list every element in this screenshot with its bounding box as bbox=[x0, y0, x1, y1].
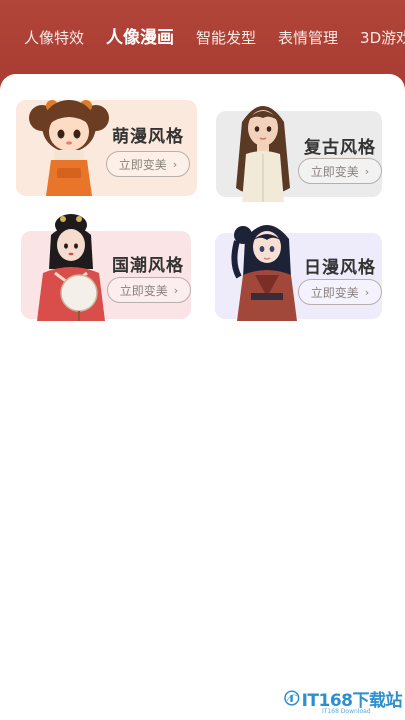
style-card-guochao[interactable]: 国潮风格 立即变美 › bbox=[21, 214, 191, 321]
card-title: 国潮风格 bbox=[112, 256, 184, 276]
card-title: 萌漫风格 bbox=[112, 127, 184, 147]
category-tabs: 人像特效 人像漫画 智能发型 表情管理 3D游戏特效 bbox=[0, 18, 405, 58]
style-card-retro[interactable]: 复古风格 立即变美 › bbox=[216, 106, 382, 202]
chibi-girl-illustration bbox=[29, 100, 109, 196]
style-card-cute[interactable]: 萌漫风格 立即变美 › bbox=[16, 100, 197, 196]
tab-portrait-comic[interactable]: 人像漫画 bbox=[106, 23, 174, 53]
beautify-button-label: 立即变美 bbox=[310, 164, 359, 179]
tab-portrait-effects[interactable]: 人像特效 bbox=[24, 23, 84, 53]
style-card-japanese[interactable]: 日漫风格 立即变美 › bbox=[215, 225, 382, 321]
beautify-button[interactable]: 立即变美 › bbox=[106, 151, 190, 177]
beautify-button-label: 立即变美 bbox=[310, 285, 359, 300]
site-watermark: IT168下载站 IT168 Download bbox=[284, 678, 403, 718]
it168-logo-icon bbox=[284, 690, 300, 706]
watermark-text: IT168下载站 bbox=[301, 690, 403, 711]
chevron-right-icon: › bbox=[364, 285, 370, 299]
content-panel: 萌漫风格 立即变美 › 复古风格 立即变美 › 国潮风格 立即变美 › 日漫风格… bbox=[0, 74, 405, 720]
chevron-right-icon: › bbox=[172, 157, 178, 171]
tab-expression[interactable]: 表情管理 bbox=[278, 23, 338, 53]
card-title: 复古风格 bbox=[304, 138, 376, 158]
watermark-subtext: IT168 Download bbox=[322, 708, 371, 715]
guochao-girl-illustration bbox=[37, 214, 105, 321]
beautify-button[interactable]: 立即变美 › bbox=[298, 158, 382, 184]
card-title: 日漫风格 bbox=[304, 258, 376, 278]
tab-smart-hairstyle[interactable]: 智能发型 bbox=[196, 23, 256, 53]
chevron-right-icon: › bbox=[364, 164, 370, 178]
tab-3d-game-effects[interactable]: 3D游戏特效 bbox=[360, 23, 405, 53]
retro-girl-illustration bbox=[236, 106, 290, 202]
japanese-anime-girl-illustration bbox=[231, 225, 297, 321]
beautify-button-label: 立即变美 bbox=[119, 283, 168, 298]
beautify-button[interactable]: 立即变美 › bbox=[107, 277, 191, 303]
chevron-right-icon: › bbox=[173, 283, 179, 297]
beautify-button[interactable]: 立即变美 › bbox=[298, 279, 382, 305]
beautify-button-label: 立即变美 bbox=[118, 157, 167, 172]
